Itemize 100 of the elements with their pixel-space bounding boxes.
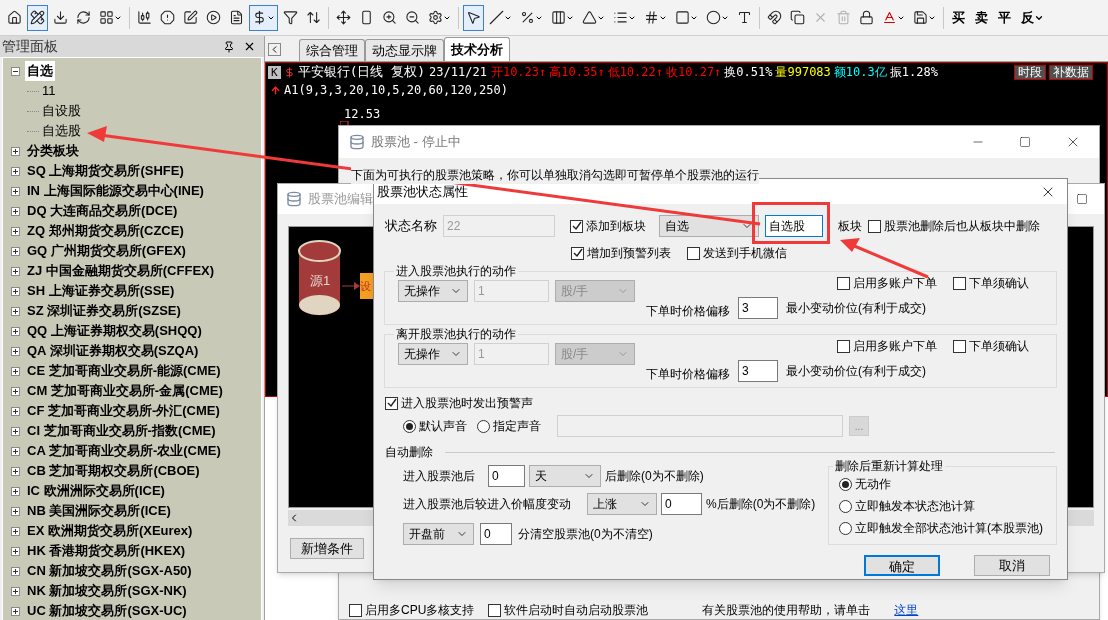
tree-item[interactable]: IC 欧洲洲际交易所(ICE) [25, 481, 167, 501]
tree-item[interactable]: 分类板块 [25, 141, 81, 161]
trade-button[interactable]: 平 [994, 4, 1015, 31]
tab[interactable]: 综合管理 [299, 39, 365, 61]
checkbox[interactable]: 下单须确认 [953, 274, 1029, 292]
tree-item[interactable]: ZQ 郑州期货交易所(CZCE) [25, 221, 186, 241]
dropdown[interactable]: 开盘前 [403, 523, 474, 545]
tree-item[interactable]: DQ 大连商品交易所(DCE) [25, 201, 180, 221]
expand-icon[interactable] [11, 566, 20, 576]
tree-item[interactable]: HK 香港期货交易所(HKEX) [25, 541, 188, 561]
tree-item[interactable]: SQ 上海期货交易所(SHFE) [25, 161, 186, 181]
tree-item[interactable]: CB 芝加哥期权交易所(CBOE) [25, 461, 202, 481]
tab[interactable]: 技术分析 [444, 37, 510, 61]
tree-item[interactable]: 自设股 [40, 101, 83, 121]
tree-item[interactable]: 自选股 [40, 121, 83, 141]
collapse-icon[interactable] [11, 66, 20, 76]
toolbar-button[interactable] [463, 4, 484, 31]
expand-icon[interactable] [11, 166, 20, 176]
dropdown[interactable]: 无操作 [398, 280, 468, 302]
radio-button[interactable]: 指定声音 [477, 417, 541, 435]
expand-icon[interactable] [11, 366, 20, 376]
add-condition-button[interactable]: 新增条件 [290, 538, 364, 559]
tree-item[interactable]: ZJ 中国金融期货交易所(CFFEX) [25, 261, 217, 281]
tree-item[interactable]: CM 芝加哥商业交易所-金属(CME) [25, 381, 225, 401]
dialog-button[interactable]: 取消 [974, 555, 1050, 576]
tree-item[interactable]: QQ 上海证券期权交易(SHQQ) [25, 321, 204, 341]
expand-icon[interactable] [11, 426, 20, 436]
maximize-icon[interactable] [1076, 193, 1088, 205]
expand-icon[interactable] [11, 546, 20, 556]
tree-item[interactable]: 11 [40, 81, 58, 101]
checkbox[interactable]: 启用多账户下单 [837, 274, 937, 292]
tree-item[interactable]: 自选 [25, 61, 55, 81]
tree-item[interactable]: EX 欧洲期货交易所(XEurex) [25, 521, 195, 541]
close-icon[interactable] [243, 40, 256, 53]
checkbox[interactable]: 发送到手机微信 [687, 244, 787, 262]
expand-icon[interactable] [11, 286, 20, 296]
expand-icon[interactable] [11, 386, 20, 396]
expand-icon[interactable] [11, 346, 20, 356]
expand-icon[interactable] [11, 206, 20, 216]
input-field[interactable]: 3 [738, 297, 778, 319]
expand-icon[interactable] [11, 226, 20, 236]
expand-icon[interactable] [11, 526, 20, 536]
checkbox[interactable]: 下单须确认 [953, 337, 1029, 355]
input-field[interactable]: 自选股 [765, 215, 823, 237]
expand-icon[interactable] [11, 186, 20, 196]
input-field[interactable]: 0 [661, 493, 702, 515]
expand-icon[interactable] [11, 326, 20, 336]
checkbox[interactable]: 软件启动时自动启动股票池 [488, 601, 649, 619]
dropdown[interactable]: 无操作 [398, 343, 468, 365]
dropdown[interactable]: 天 [529, 465, 601, 487]
tree-item[interactable]: NB 美国洲际交易所(ICE) [25, 501, 173, 521]
input-field[interactable]: 0 [480, 523, 512, 545]
dialog-button[interactable]: 确定 [864, 555, 940, 576]
chart-button[interactable]: 补数据 [1049, 64, 1093, 80]
tree-item[interactable]: GQ 广州期货交易所(GFEX) [25, 241, 188, 261]
tree-item[interactable]: SH 上海证券交易所(SSE) [25, 281, 177, 301]
tab[interactable]: 动态显示牌 [365, 39, 444, 61]
expand-icon[interactable] [11, 586, 20, 596]
pin-icon[interactable] [223, 40, 235, 53]
scroll-left-icon[interactable] [268, 43, 281, 56]
dropdown[interactable]: 上涨 [587, 493, 657, 515]
trade-button[interactable]: 反 [1017, 4, 1048, 31]
tree-item[interactable]: SZ 深圳证券交易所(SZSE) [25, 301, 183, 321]
tree-item[interactable]: CA 芝加哥商业交易所-农业(CME) [25, 441, 223, 461]
expand-icon[interactable] [11, 306, 20, 316]
tree-item[interactable]: IN 上海国际能源交易中心(INE) [25, 181, 206, 201]
expand-icon[interactable] [11, 486, 20, 496]
radio-button[interactable]: 立即触发全部状态池计算(本股票池) [839, 519, 1043, 537]
input-field[interactable] [557, 415, 843, 437]
radio-button[interactable]: 默认声音 [403, 417, 467, 435]
help-link[interactable]: 这里 [894, 601, 919, 619]
checkbox[interactable]: 增加到预警列表 [571, 244, 671, 262]
tree-item[interactable]: NK 新加坡交易所(SGX-NK) [25, 581, 189, 601]
expand-icon[interactable] [11, 266, 20, 276]
expand-icon[interactable] [11, 606, 20, 616]
expand-icon[interactable] [11, 466, 20, 476]
checkbox[interactable]: 股票池删除后也从板块中删除 [868, 217, 1040, 235]
expand-icon[interactable] [11, 506, 20, 516]
radio-button[interactable]: 无动作 [839, 475, 891, 493]
tree-item[interactable]: CF 芝加哥商业交易所-外汇(CME) [25, 401, 222, 421]
expand-icon[interactable] [11, 246, 20, 256]
chart-button[interactable]: 时段 [1014, 64, 1046, 80]
checkbox[interactable]: 添加到板块 [570, 217, 659, 235]
tree-item[interactable]: CE 芝加哥商业交易所-能源(CME) [25, 361, 223, 381]
expand-icon[interactable] [11, 406, 20, 416]
tree-item[interactable]: CI 芝加哥商业交易所-指数(CME) [25, 421, 218, 441]
toolbar-button[interactable] [249, 4, 278, 31]
tree-item[interactable]: QA 深圳证券期权交易(SZQA) [25, 341, 201, 361]
trade-button[interactable]: 卖 [971, 4, 992, 31]
checkbox[interactable]: 进入股票池时发出预警声 [385, 394, 1067, 412]
expand-icon[interactable] [11, 446, 20, 456]
radio-button[interactable]: 立即触发本状态池计算 [839, 497, 975, 515]
input-field[interactable]: 0 [488, 465, 525, 487]
expand-icon[interactable] [11, 146, 20, 156]
trade-button[interactable]: 买 [948, 4, 969, 31]
period-button[interactable]: K [268, 65, 281, 79]
input-field[interactable]: 3 [738, 360, 778, 382]
checkbox[interactable]: 启用多CPU多核支持 [349, 601, 475, 619]
checkbox[interactable]: 启用多账户下单 [837, 337, 937, 355]
tree-item[interactable]: CN 新加坡交易所(SGX-A50) [25, 561, 194, 581]
